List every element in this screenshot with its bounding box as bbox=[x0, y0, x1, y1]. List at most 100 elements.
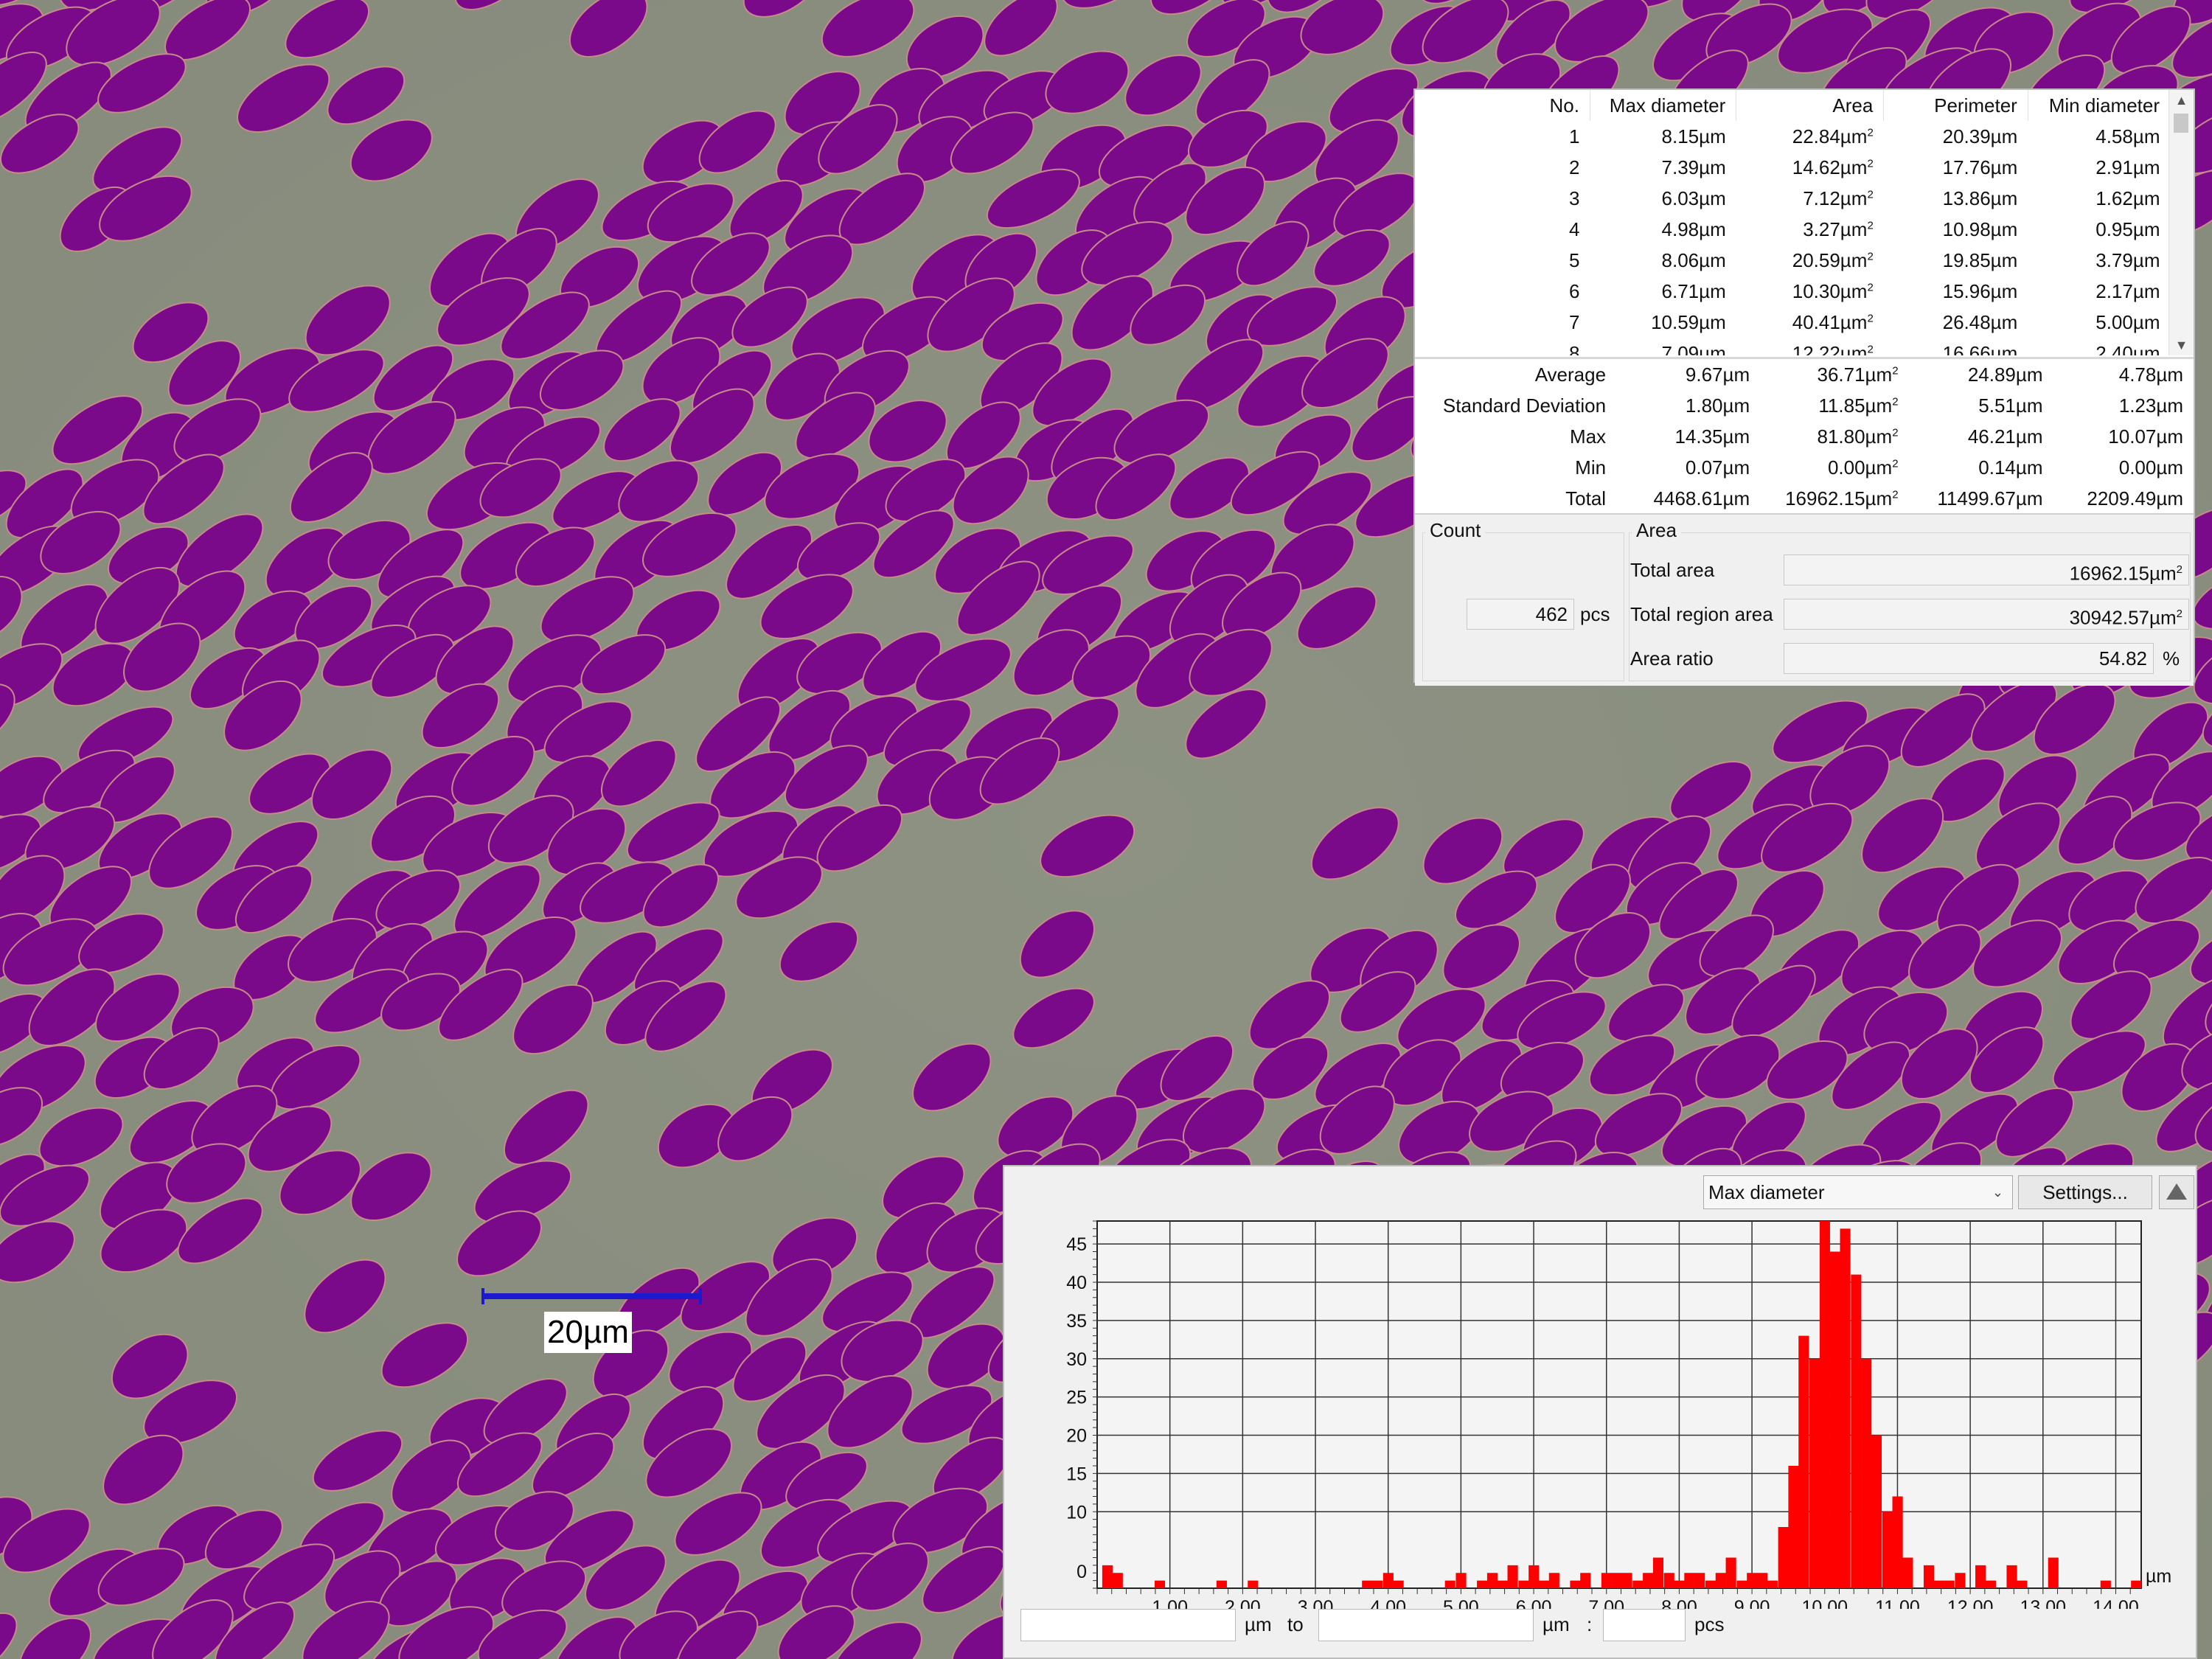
range-from-input[interactable] bbox=[1020, 1609, 1236, 1641]
table-cell: 10.59µm bbox=[1651, 310, 1726, 333]
collapse-button[interactable] bbox=[2159, 1175, 2194, 1209]
table-row[interactable]: 4 4.98µm 3.27µm2 10.98µm 0.95µm bbox=[1415, 214, 2171, 245]
histogram-bar bbox=[1985, 1580, 1996, 1588]
histogram-bar bbox=[1861, 1358, 1872, 1588]
x-tick-label: 12.00 bbox=[1947, 1597, 1994, 1609]
range-count-input[interactable] bbox=[1603, 1609, 1686, 1641]
range-to-input[interactable] bbox=[1318, 1609, 1534, 1641]
histogram-bar bbox=[1778, 1527, 1789, 1588]
histogram-panel: Max diameter ⌄ Settings... 1.00 2.00 3.00 4… bbox=[1003, 1165, 2197, 1659]
scroll-down-icon[interactable]: ▼ bbox=[2169, 335, 2194, 355]
col-no-header[interactable]: No. bbox=[1415, 90, 1590, 121]
y-tick-label: 15 bbox=[1066, 1464, 1087, 1484]
histogram-bar bbox=[1902, 1557, 1913, 1588]
y-tick-label: 35 bbox=[1066, 1311, 1087, 1332]
table-cell: 19.85µm bbox=[1942, 248, 2018, 271]
histogram-bar bbox=[1851, 1274, 1862, 1588]
x-tick-label: 8.00 bbox=[1661, 1597, 1697, 1609]
stats-row: Max 14.35µm 81.80µm2 46.21µm 10.07µm bbox=[1415, 421, 2194, 452]
stats-cell: Average bbox=[1534, 363, 1607, 386]
col-max-diameter-header[interactable]: Max diameter bbox=[1590, 90, 1737, 121]
histogram-bar bbox=[1601, 1573, 1612, 1588]
stats-cell: 4.78µm bbox=[2118, 363, 2183, 386]
histogram-bar bbox=[1955, 1573, 1966, 1588]
table-cell: 40.41µm2 bbox=[1792, 310, 1874, 333]
histogram-bar bbox=[1944, 1580, 1955, 1588]
histogram-bar bbox=[1840, 1228, 1851, 1588]
stats-cell: 11.85µm2 bbox=[1818, 394, 1899, 417]
scroll-up-icon[interactable]: ▲ bbox=[2169, 90, 2194, 111]
histogram-bar bbox=[2006, 1565, 2017, 1588]
results-panel: No. Max diameter Area Perimeter Min diam… bbox=[1413, 88, 2195, 686]
settings-button[interactable]: Settings... bbox=[2018, 1175, 2152, 1209]
histogram-bar bbox=[1829, 1251, 1840, 1588]
stats-row: Min 0.07µm 0.00µm2 0.14µm 0.00µm bbox=[1415, 452, 2194, 483]
stats-row: Total 4468.61µm 16962.15µm2 11499.67µm 2209.… bbox=[1415, 483, 2194, 514]
table-cell: 15.96µm bbox=[1942, 279, 2018, 302]
total-area-label: Total area bbox=[1630, 559, 1715, 581]
col-area-header[interactable]: Area bbox=[1736, 90, 1885, 121]
x-tick-label: 10.00 bbox=[1801, 1597, 1848, 1609]
histogram-bar bbox=[2048, 1557, 2059, 1588]
results-scrollbar[interactable]: ▲ ▼ bbox=[2168, 90, 2194, 355]
summary-section: Count 462 pcs Area Total area 16962.15µm… bbox=[1415, 513, 2194, 686]
histogram-bar bbox=[1621, 1573, 1632, 1588]
table-row[interactable]: 1 8.15µm 22.84µm2 20.39µm 4.58µm bbox=[1415, 121, 2171, 152]
stats-cell: 0.14µm bbox=[1978, 456, 2043, 479]
x-tick-label: 11.00 bbox=[1875, 1597, 1920, 1609]
stats-cell: 24.89µm bbox=[1967, 363, 2043, 386]
x-tick-label: 13.00 bbox=[2020, 1597, 2067, 1609]
table-row[interactable]: 2 7.39µm 14.62µm2 17.76µm 2.91µm bbox=[1415, 152, 2171, 183]
table-cell: 4.98µm bbox=[1661, 218, 1726, 240]
histogram-bar bbox=[1362, 1580, 1373, 1588]
metric-select-value: Max diameter bbox=[1708, 1181, 1825, 1203]
stats-cell: 5.51µm bbox=[1978, 394, 2043, 417]
area-ratio-label: Area ratio bbox=[1630, 647, 1714, 669]
range-unit-2: µm bbox=[1543, 1613, 1570, 1635]
table-cell: 1 bbox=[1569, 125, 1580, 147]
histogram-bar bbox=[1767, 1580, 1778, 1588]
stats-cell: 14.35µm bbox=[1674, 425, 1750, 448]
table-cell: 7 bbox=[1569, 310, 1580, 333]
x-tick-label: 6.00 bbox=[1516, 1597, 1552, 1609]
table-row[interactable]: 6 6.71µm 10.30µm2 15.96µm 2.17µm bbox=[1415, 276, 2171, 307]
table-row[interactable]: 8 7.09µm 12.22µm2 16.66µm 2.40µm bbox=[1415, 338, 2171, 356]
table-row[interactable]: 3 6.03µm 7.12µm2 13.86µm 1.62µm bbox=[1415, 183, 2171, 214]
chevron-down-icon: ⌄ bbox=[1992, 1185, 2003, 1200]
scale-bar-tick-left bbox=[481, 1288, 484, 1304]
y-tick-label: 10 bbox=[1066, 1502, 1087, 1523]
scroll-thumb[interactable] bbox=[2174, 114, 2188, 133]
scale-bar-label: 20µm bbox=[544, 1312, 632, 1353]
stats-cell: 10.07µm bbox=[2108, 425, 2183, 448]
stats-cell: 4468.61µm bbox=[1653, 487, 1750, 509]
histogram-bar bbox=[1507, 1565, 1518, 1588]
statistics-table: Average 9.67µm 36.71µm2 24.89µm 4.78µm Standa… bbox=[1415, 357, 2194, 514]
stats-cell: 36.71µm2 bbox=[1817, 363, 1899, 386]
range-unit-1: µm bbox=[1245, 1613, 1272, 1635]
col-min-diameter-header[interactable]: Min diameter bbox=[2028, 90, 2171, 121]
histogram-bar bbox=[1975, 1565, 1986, 1588]
table-cell: 1.62µm bbox=[2096, 187, 2160, 209]
total-region-area-field: 30942.57µm2 bbox=[1784, 599, 2189, 630]
metric-select[interactable]: Max diameter ⌄ bbox=[1703, 1175, 2013, 1209]
table-cell: 22.84µm2 bbox=[1792, 125, 1874, 147]
histogram-bar bbox=[1684, 1573, 1695, 1588]
scale-bar bbox=[483, 1293, 701, 1299]
x-tick-label: 5.00 bbox=[1443, 1597, 1479, 1609]
histogram-bar bbox=[1154, 1580, 1166, 1588]
results-header-row: No. Max diameter Area Perimeter Min diam… bbox=[1415, 90, 2171, 121]
histogram-bar bbox=[1788, 1466, 1799, 1588]
area-ratio-field: 54.82 bbox=[1784, 643, 2154, 674]
stats-cell: 11499.67µm bbox=[1937, 487, 2043, 509]
histogram-bar bbox=[1477, 1580, 1488, 1588]
table-row[interactable]: 7 10.59µm 40.41µm2 26.48µm 5.00µm bbox=[1415, 307, 2171, 338]
table-row[interactable]: 5 8.06µm 20.59µm2 19.85µm 3.79µm bbox=[1415, 245, 2171, 276]
table-cell: 6.03µm bbox=[1661, 187, 1726, 209]
col-perimeter-header[interactable]: Perimeter bbox=[1883, 90, 2028, 121]
y-tick-label: 30 bbox=[1066, 1349, 1087, 1370]
histogram-bar bbox=[1570, 1580, 1581, 1588]
area-ratio-unit: % bbox=[2163, 647, 2180, 669]
results-table[interactable]: No. Max diameter Area Perimeter Min diam… bbox=[1415, 90, 2171, 355]
stats-cell: 1.23µm bbox=[2118, 394, 2183, 417]
histogram-bar bbox=[1756, 1573, 1768, 1588]
